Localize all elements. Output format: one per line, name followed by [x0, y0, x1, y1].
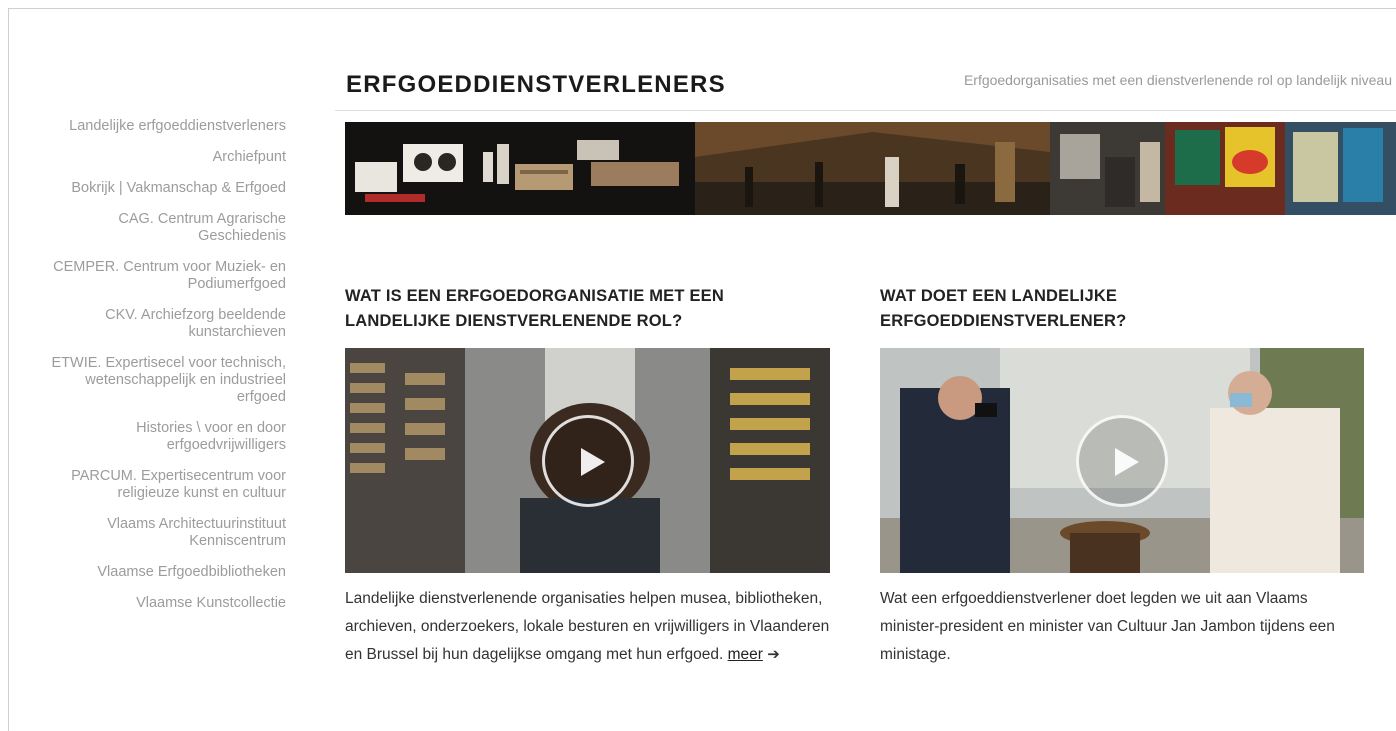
sidebar-item-histories[interactable]: Histories \ voor en door erfgoedvrijwill… [40, 420, 286, 454]
sidebar-item-erfgoedbibliotheken[interactable]: Vlaamse Erfgoedbibliotheken [40, 564, 286, 581]
sidebar-item-landelijke[interactable]: Landelijke erfgoeddienstverleners [40, 118, 286, 135]
sidebar-item-parcum[interactable]: PARCUM. Expertisecentrum voor religieuze… [40, 468, 286, 502]
play-button-icon[interactable] [1076, 414, 1168, 507]
intro-text: Landelijke dienstverlenende organisaties… [345, 585, 830, 669]
page-subtitle: Erfgoedorganisaties met een dienstverlen… [963, 72, 1392, 88]
intro-video[interactable] [345, 348, 830, 573]
sidebar-nav: Landelijke erfgoeddienstverleners Archie… [40, 118, 287, 626]
banner-image [345, 122, 1396, 215]
arrow-right-icon: ➔ [767, 646, 780, 663]
service-heading: WAT DOET EEN LANDELIJKE ERFGOEDDIENSTVER… [880, 287, 1127, 330]
intro-section: WAT IS EEN ERFGOEDORGANISATIE MET EEN LA… [345, 284, 830, 669]
intro-heading: WAT IS EEN ERFGOEDORGANISATIE MET EEN LA… [345, 287, 724, 330]
sidebar-item-cag[interactable]: CAG. Centrum Agrarische Geschiedenis [40, 211, 286, 245]
service-video[interactable] [880, 348, 1364, 573]
sidebar-item-kunstcollectie[interactable]: Vlaamse Kunstcollectie [40, 595, 286, 612]
sidebar-item-etwie[interactable]: ETWIE. Expertisecel voor technisch, wete… [40, 355, 287, 406]
sidebar-item-bokrijk[interactable]: Bokrijk | Vakmanschap & Erfgoed [40, 180, 286, 197]
service-section: WAT DOET EEN LANDELIJKE ERFGOEDDIENSTVER… [880, 284, 1364, 669]
sidebar-item-ckv[interactable]: CKV. Archiefzorg beeldende kunstarchieve… [40, 307, 286, 341]
play-button-icon[interactable] [541, 414, 634, 507]
page-title: ERFGOEDDIENSTVERLENERS [346, 71, 726, 98]
sidebar-item-cemper[interactable]: CEMPER. Centrum voor Muziek- en Podiumer… [40, 259, 286, 293]
sidebar-item-vai[interactable]: Vlaams Architectuurinstituut Kenniscentr… [40, 516, 286, 550]
sidebar-item-archiefpunt[interactable]: Archiefpunt [40, 149, 286, 166]
header-divider [335, 110, 1396, 111]
more-link[interactable]: meer [728, 646, 763, 663]
service-text: Wat een erfgoeddienstverlener doet legde… [880, 590, 1335, 663]
